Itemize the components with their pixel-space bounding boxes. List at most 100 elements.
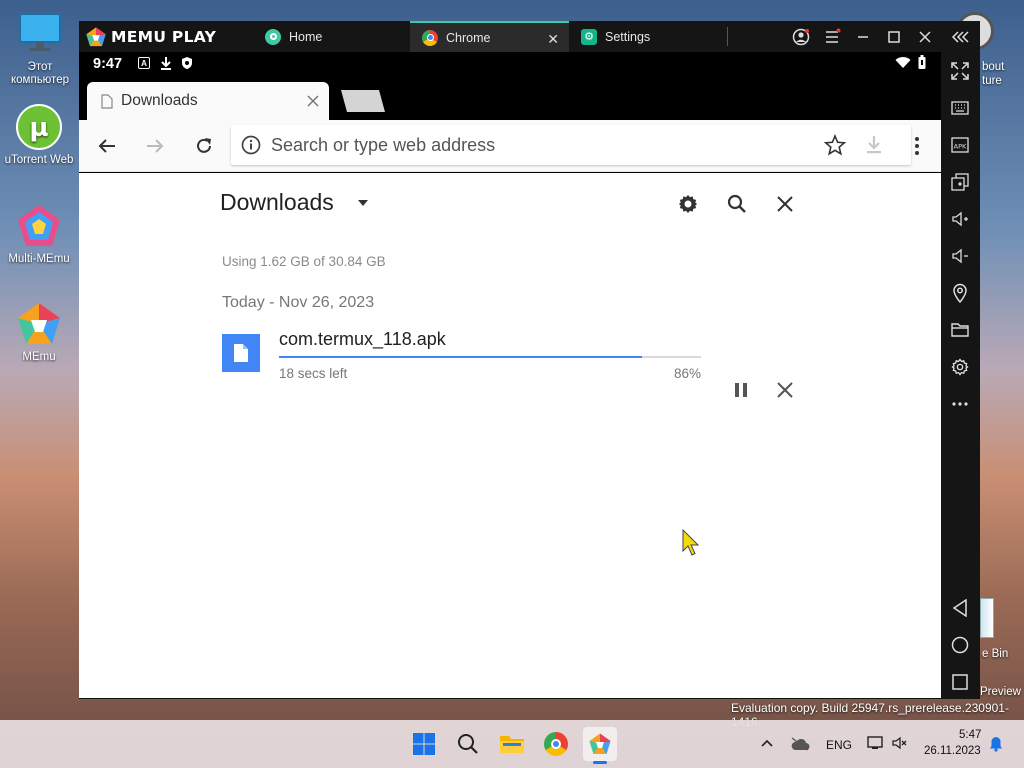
close-downloads-icon[interactable] xyxy=(770,189,800,219)
language-indicator[interactable]: ENG xyxy=(826,738,852,752)
location-icon[interactable] xyxy=(949,282,971,304)
memu-titlebar[interactable]: MEMU PLAY Home Chrome ✕ ⚙ Settings xyxy=(79,21,980,52)
close-tab-icon[interactable]: ✕ xyxy=(547,31,559,48)
download-status: 18 secs left xyxy=(279,366,348,381)
memu-logo-text: MEMU PLAY xyxy=(111,28,217,46)
multi-window-icon[interactable] xyxy=(949,171,971,193)
close-tab-icon[interactable] xyxy=(307,95,319,107)
desktop-icon-utorrent[interactable]: µ uTorrent Web xyxy=(1,103,77,167)
clock-date[interactable]: 26.11.2023 xyxy=(924,745,981,757)
android-back-icon[interactable] xyxy=(949,597,971,619)
memu-window: MEMU PLAY Home Chrome ✕ ⚙ Settings 9:47 … xyxy=(79,21,980,699)
clock-time[interactable]: 5:47 xyxy=(959,729,981,741)
menu-icon[interactable] xyxy=(821,26,843,48)
battery-icon xyxy=(918,55,926,69)
filter-dropdown-icon[interactable] xyxy=(357,199,369,207)
settings-icon[interactable] xyxy=(949,356,971,378)
shield-icon xyxy=(182,57,192,69)
wifi-icon xyxy=(895,57,911,68)
omnibox[interactable]: Search or type web address xyxy=(231,125,911,165)
memu-tab-label: Settings xyxy=(605,29,651,44)
android-screen[interactable]: 9:47 A Downloads Search or type web addr… xyxy=(79,52,941,698)
back-icon[interactable] xyxy=(92,131,122,161)
chrome-tab-title: Downloads xyxy=(121,92,198,109)
onedrive-icon[interactable] xyxy=(790,737,810,751)
mouse-cursor-icon xyxy=(682,529,700,556)
search-icon xyxy=(458,734,478,754)
android-status-bar: 9:47 A xyxy=(79,52,941,76)
utorrent-icon: µ xyxy=(15,103,63,151)
omnibox-placeholder: Search or type web address xyxy=(271,135,496,155)
more-icon[interactable] xyxy=(949,393,971,415)
chrome-tab-strip: Downloads xyxy=(79,76,941,120)
folder-icon[interactable] xyxy=(949,319,971,341)
android-recents-icon[interactable] xyxy=(949,671,971,693)
taskbar-search-button[interactable] xyxy=(451,727,485,761)
tray-chevron-up-icon[interactable] xyxy=(761,739,773,747)
svg-text:APK: APK xyxy=(954,143,967,151)
download-progress-bar xyxy=(279,356,701,358)
android-home-icon[interactable] xyxy=(949,634,971,656)
download-progress-fill xyxy=(279,356,642,358)
chrome-app-icon xyxy=(422,29,438,46)
bookmark-star-icon[interactable] xyxy=(824,134,846,156)
page-title: Downloads xyxy=(220,189,334,215)
reload-icon[interactable] xyxy=(189,131,219,161)
volume-muted-icon[interactable] xyxy=(892,736,908,750)
download-filename[interactable]: com.termux_118.apk xyxy=(279,329,446,350)
memu-tab-home[interactable]: Home xyxy=(253,21,410,52)
monitor-icon xyxy=(16,10,64,58)
download-item[interactable]: com.termux_118.apk 18 secs left 86% xyxy=(222,329,802,384)
desktop-icon-this-pc[interactable]: Этот компьютер xyxy=(2,10,78,87)
chrome-tab-downloads[interactable]: Downloads xyxy=(87,82,329,120)
fullscreen-icon[interactable] xyxy=(949,60,971,82)
pause-icon[interactable] xyxy=(726,375,756,405)
info-icon xyxy=(241,135,261,155)
memu-icon xyxy=(15,300,63,348)
search-icon[interactable] xyxy=(722,189,752,219)
volume-up-icon[interactable] xyxy=(949,208,971,230)
memu-side-panel: APK xyxy=(941,52,980,699)
date-header: Today - Nov 26, 2023 xyxy=(222,294,375,311)
memu-tab-settings[interactable]: ⚙ Settings xyxy=(569,21,727,52)
new-tab-button[interactable] xyxy=(341,90,385,112)
desktop-icon-memu[interactable]: MEmu xyxy=(1,300,77,364)
desktop-partial-label: e Bin xyxy=(982,648,1009,660)
taskbar-chrome[interactable] xyxy=(539,727,573,761)
memu-tab-label: Home xyxy=(289,29,323,44)
memu-tab-chrome[interactable]: Chrome ✕ xyxy=(410,21,569,52)
minimize-icon[interactable] xyxy=(852,26,874,48)
taskbar-memu[interactable] xyxy=(583,727,617,764)
chrome-icon xyxy=(544,732,568,756)
notification-bell-icon[interactable] xyxy=(989,736,1003,752)
desktop-partial-label: Preview xyxy=(980,686,1021,698)
settings-gear-icon[interactable] xyxy=(673,189,703,219)
desktop-icon-label: uTorrent Web xyxy=(4,154,74,166)
account-icon[interactable] xyxy=(790,26,812,48)
forward-icon xyxy=(140,131,170,161)
home-app-icon xyxy=(265,28,281,45)
keyboard-icon[interactable] xyxy=(949,97,971,119)
recycle-bin-icon[interactable] xyxy=(980,598,994,638)
close-icon[interactable] xyxy=(914,26,936,48)
collapse-sidebar-icon[interactable] xyxy=(949,26,971,48)
desktop-icon-label: Этот xyxy=(27,61,53,73)
more-options-icon[interactable] xyxy=(902,131,932,161)
maximize-icon[interactable] xyxy=(883,26,905,48)
memu-logo-icon xyxy=(86,27,106,47)
cancel-download-icon[interactable] xyxy=(770,375,800,405)
taskbar-file-explorer[interactable] xyxy=(495,727,529,761)
desktop-icon-label: Multi-MEmu xyxy=(8,253,70,265)
status-time: 9:47 xyxy=(93,56,123,72)
page-icon xyxy=(101,93,113,109)
memu-logo: MEMU PLAY xyxy=(85,26,216,48)
volume-down-icon[interactable] xyxy=(949,245,971,267)
memu-tab-label: Chrome xyxy=(446,30,491,45)
desktop-partial-label: bout ture xyxy=(982,61,1005,87)
memu-icon xyxy=(589,733,611,754)
network-icon[interactable] xyxy=(867,736,883,750)
desktop-icon-multi-memu[interactable]: Multi-MEmu xyxy=(1,202,77,266)
start-button[interactable] xyxy=(407,727,441,761)
folder-icon xyxy=(500,736,524,753)
apk-install-icon[interactable]: APK xyxy=(949,134,971,156)
